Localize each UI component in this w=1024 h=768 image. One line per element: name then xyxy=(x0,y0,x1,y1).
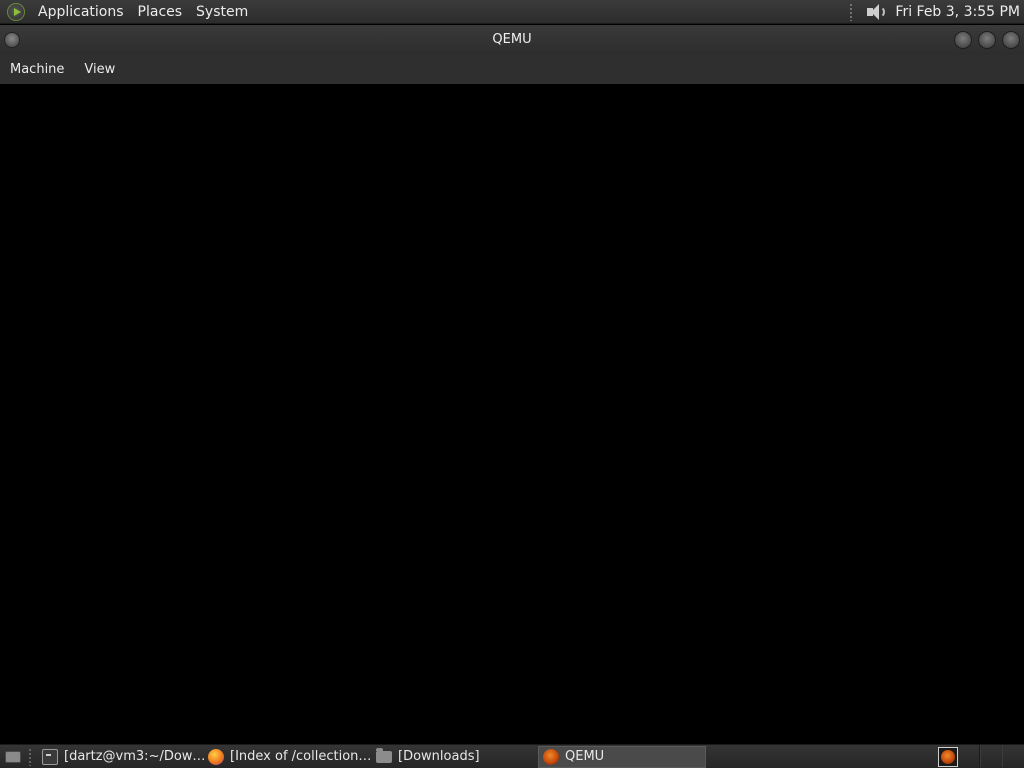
panel-grip xyxy=(28,747,32,766)
desktop-icon xyxy=(5,750,21,763)
workspace-3[interactable] xyxy=(1002,745,1024,767)
menu-places[interactable]: Places xyxy=(131,0,190,24)
terminal-icon xyxy=(42,748,58,765)
taskbar-item-terminal[interactable]: [dartz@vm3:~/Dow… xyxy=(38,746,204,768)
taskbar-item-downloads[interactable]: [Downloads] xyxy=(372,746,538,768)
volume-icon[interactable] xyxy=(865,3,887,21)
window-titlebar[interactable]: QEMU xyxy=(0,25,1024,55)
panel-grip xyxy=(849,2,854,21)
taskbar-item-firefox[interactable]: [Index of /collection… xyxy=(204,746,372,768)
clock[interactable]: Fri Feb 3, 3:55 PM xyxy=(895,4,1024,20)
window-title: QEMU xyxy=(492,32,532,47)
minimize-button[interactable] xyxy=(954,31,972,49)
menu-applications[interactable]: Applications xyxy=(31,0,131,24)
qemu-icon xyxy=(543,748,559,765)
menu-view[interactable]: View xyxy=(77,55,122,84)
close-button[interactable] xyxy=(1002,31,1020,49)
top-panel-left: Applications Places System xyxy=(0,0,255,23)
workspace-2[interactable] xyxy=(980,745,1002,767)
taskbar-item-label: [Index of /collection… xyxy=(230,749,372,764)
taskbar-item-label: QEMU xyxy=(565,749,605,764)
menu-system[interactable]: System xyxy=(189,0,255,24)
maximize-button[interactable] xyxy=(978,31,996,49)
workspace-pager[interactable] xyxy=(979,745,1024,767)
bottom-panel: [dartz@vm3:~/Dow… [Index of /collection…… xyxy=(0,744,1024,768)
folder-icon xyxy=(376,747,392,763)
top-panel-right: Fri Feb 3, 3:55 PM xyxy=(849,0,1024,23)
app-menubar: Machine View xyxy=(0,55,1024,84)
taskbar-item-label: [dartz@vm3:~/Dow… xyxy=(64,749,204,764)
top-panel: Applications Places System Fri Feb 3, 3:… xyxy=(0,0,1024,24)
vm-display[interactable] xyxy=(0,84,1024,744)
menu-machine[interactable]: Machine xyxy=(3,55,71,84)
taskbar-item-qemu[interactable]: QEMU xyxy=(538,745,706,768)
firefox-icon xyxy=(208,748,224,765)
window-controls xyxy=(954,31,1020,49)
qemu-icon xyxy=(941,749,955,764)
taskbar-item-label: [Downloads] xyxy=(398,749,480,764)
distro-logo-icon[interactable] xyxy=(7,2,25,21)
workspace-switcher[interactable] xyxy=(938,746,958,767)
show-desktop-button[interactable] xyxy=(2,746,24,768)
